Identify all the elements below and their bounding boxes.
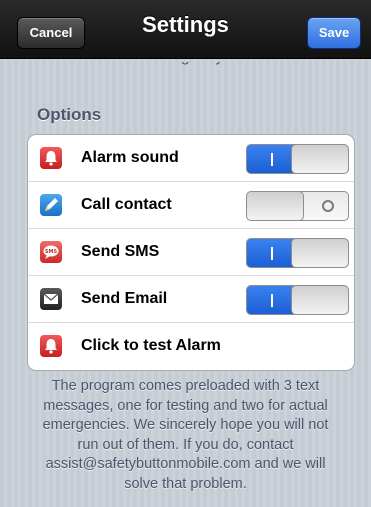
save-button[interactable]: Save	[307, 17, 361, 49]
footer-line: emergencies. We sincerely hope you will …	[42, 417, 329, 433]
phone-pencil-icon	[40, 194, 62, 216]
call-contact-toggle[interactable]	[246, 191, 349, 221]
option-label: Send Email	[81, 290, 168, 307]
options-section-header: Options	[37, 105, 102, 124]
alarm-bell-icon	[40, 147, 62, 169]
option-row-alarm-sound[interactable]: Alarm sound	[28, 135, 354, 182]
on-indicator	[271, 153, 273, 166]
footer-line: messages, one for testing and two for ac…	[43, 397, 328, 414]
on-indicator	[271, 247, 273, 260]
footer-description: The program comes preloaded with 3 text …	[10, 377, 361, 494]
alarm-bell-icon	[40, 335, 62, 357]
toggle-knob	[291, 145, 348, 173]
footer-line: The program comes preloaded with 3 text	[51, 378, 320, 394]
option-row-send-email[interactable]: Send Email	[28, 276, 354, 323]
alarm-sound-toggle[interactable]	[246, 144, 349, 174]
on-indicator	[271, 294, 273, 307]
option-label: Alarm sound	[81, 149, 179, 166]
toggle-knob	[247, 192, 304, 220]
toggle-knob	[291, 239, 348, 267]
test-alarm-row[interactable]: Click to test Alarm	[28, 323, 354, 370]
send-sms-toggle[interactable]	[246, 238, 349, 268]
navigation-bar: Cancel Settings Save	[0, 0, 371, 59]
off-indicator	[322, 200, 334, 212]
option-label: Send SMS	[81, 243, 160, 260]
option-label: Call contact	[81, 196, 172, 213]
options-group: Alarm sound Call contact SMS Send SMS Se…	[27, 134, 355, 371]
svg-text:SMS: SMS	[45, 249, 58, 255]
footer-line: assist@safetybuttonmobile.com and we wil…	[45, 456, 326, 472]
footer-line: run out of them. If you do, contact	[77, 436, 294, 453]
test-alarm-label: Click to test Alarm	[81, 337, 221, 354]
sms-bubble-icon: SMS	[40, 241, 62, 263]
send-email-toggle[interactable]	[246, 285, 349, 315]
option-row-send-sms[interactable]: SMS Send SMS	[28, 229, 354, 276]
option-row-call-contact[interactable]: Call contact	[28, 182, 354, 229]
envelope-icon	[40, 288, 62, 310]
footer-line: solve that problem.	[124, 475, 247, 492]
toggle-knob	[291, 286, 348, 314]
